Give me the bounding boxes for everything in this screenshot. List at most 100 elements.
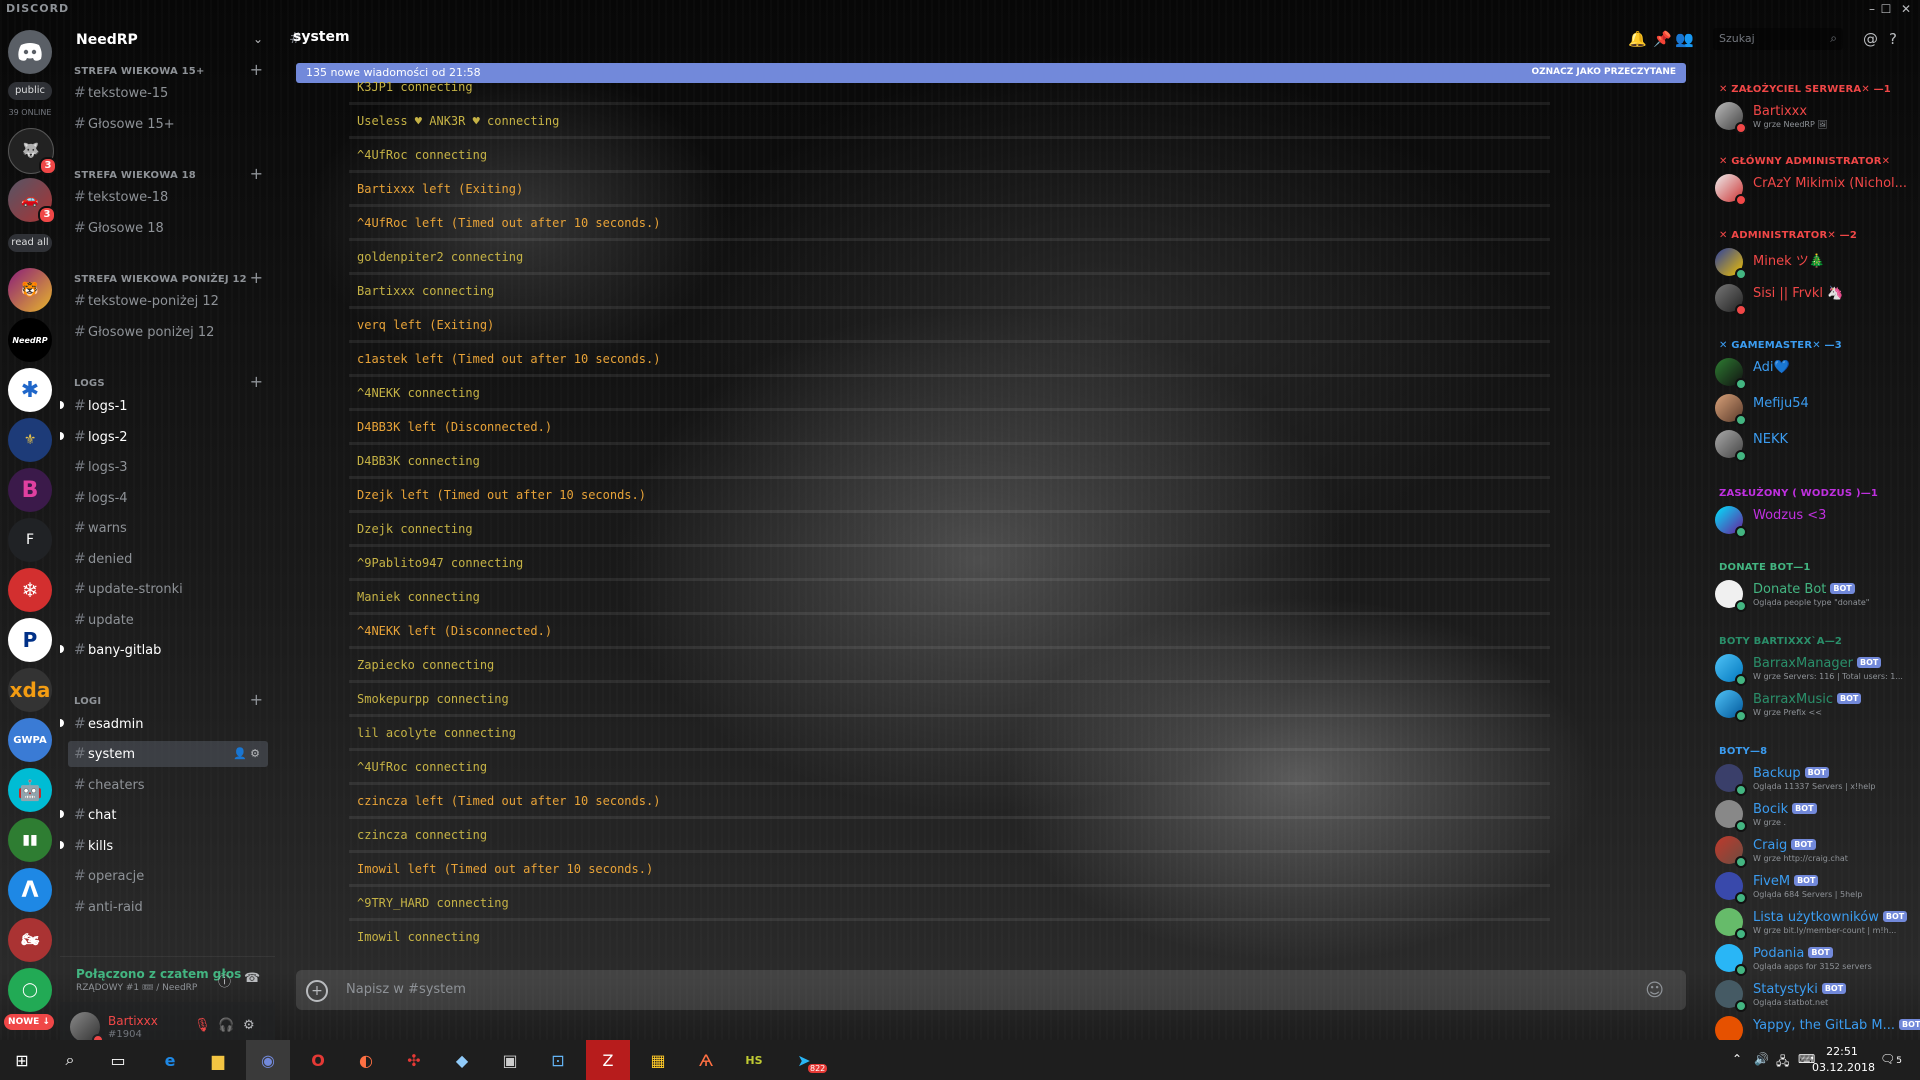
- channel-item[interactable]: # tekstowe-18: [68, 184, 268, 210]
- settings-gear-icon[interactable]: ⚙: [243, 1018, 255, 1033]
- edge-browser-icon[interactable]: e: [148, 1040, 192, 1080]
- member-item[interactable]: CrAzY Mikimix (Nichol...: [1715, 172, 1915, 208]
- member-item[interactable]: Podania BOT Ogląda apps for 3152 servers: [1715, 942, 1915, 978]
- app-icon[interactable]: ✣: [392, 1040, 436, 1080]
- member-item[interactable]: Mefiju54: [1715, 392, 1915, 428]
- channel-item-update-stronki[interactable]: # update-stronki: [68, 576, 268, 602]
- member-item[interactable]: Backup BOT Ogląda 11337 Servers | x!help: [1715, 762, 1915, 798]
- winrar-icon[interactable]: ▦: [636, 1040, 680, 1080]
- server-icon[interactable]: ⚜: [8, 418, 52, 462]
- server-icon-paypal[interactable]: P: [8, 618, 52, 662]
- new-messages-below-badge[interactable]: NOWE ↓: [4, 1014, 54, 1030]
- channel-item-logs-3[interactable]: # logs-3: [68, 454, 268, 480]
- category-header[interactable]: STREFA WIEKOWA PONIŻEJ 12: [74, 274, 247, 285]
- windows-start-icon[interactable]: ⊞: [0, 1040, 44, 1080]
- member-item[interactable]: NEKK: [1715, 428, 1915, 464]
- member-item[interactable]: Sisi || Frvkl 🦄: [1715, 282, 1915, 318]
- search-input[interactable]: Szukaj ⌕: [1713, 28, 1843, 50]
- mentions-icon[interactable]: @: [1863, 30, 1878, 48]
- network-app-icon[interactable]: ⊡: [536, 1040, 580, 1080]
- info-icon[interactable]: ⓘ: [218, 971, 231, 990]
- channel-item-logs-4[interactable]: # logs-4: [68, 485, 268, 511]
- invite-settings-icons[interactable]: 👤 ⚙: [233, 741, 260, 767]
- channel-item-logs-2[interactable]: # logs-2: [60, 424, 268, 450]
- discord-taskbar-icon[interactable]: ◉: [246, 1040, 290, 1080]
- channel-item-operacje[interactable]: # operacje: [68, 863, 268, 889]
- channel-item-denied[interactable]: # denied: [68, 546, 268, 572]
- emoji-icon[interactable]: ☺: [1645, 980, 1664, 1001]
- hs-app-icon[interactable]: HS: [732, 1040, 776, 1080]
- member-item[interactable]: FiveM BOT Ogląda 684 Servers | 5help: [1715, 870, 1915, 906]
- channel-item[interactable]: # tekstowe-poniżej 12: [68, 288, 268, 314]
- server-icon[interactable]: ▮▮: [8, 818, 52, 862]
- server-icon[interactable]: Λ: [8, 868, 52, 912]
- server-icon[interactable]: GWPA: [8, 718, 52, 762]
- channel-item-anti-raid[interactable]: # anti-raid: [68, 894, 268, 920]
- server-icon-needrp[interactable]: NeedRP: [8, 318, 52, 362]
- add-channel-icon[interactable]: +: [250, 60, 263, 79]
- notepad-icon[interactable]: ◆: [440, 1040, 484, 1080]
- headphones-icon[interactable]: 🎧: [218, 1018, 234, 1033]
- channel-item[interactable]: # tekstowe-15: [68, 80, 268, 106]
- app-icon[interactable]: Ѧ: [684, 1040, 728, 1080]
- server-icon[interactable]: 🐺 3: [8, 128, 57, 175]
- channel-item-warns[interactable]: # warns: [68, 515, 268, 541]
- member-item[interactable]: Craig BOT W grze http://craig.chat: [1715, 834, 1915, 870]
- member-item[interactable]: Statystyki BOT Ogląda statbot.net: [1715, 978, 1915, 1014]
- notification-center-icon[interactable]: 🗨5: [1880, 1052, 1902, 1066]
- chevron-down-icon[interactable]: ⌄: [253, 32, 263, 46]
- channel-item-bany-gitlab[interactable]: # bany-gitlab: [60, 637, 268, 663]
- notification-bell-icon[interactable]: 🔔: [1628, 30, 1647, 48]
- add-channel-icon[interactable]: +: [250, 690, 263, 709]
- app-icon[interactable]: ◐: [344, 1040, 388, 1080]
- add-channel-icon[interactable]: +: [250, 268, 263, 287]
- channel-item-chat[interactable]: # chat: [60, 802, 268, 828]
- message-list[interactable]: K3JP1 connecting Useless ♥ ANK3R ♥ conne…: [340, 78, 1550, 950]
- volume-icon[interactable]: 🔊: [1754, 1052, 1769, 1066]
- member-item[interactable]: Donate Bot BOT Ogląda people type "donate…: [1715, 578, 1915, 614]
- member-item[interactable]: Yappy, the GitLab M... BOT: [1715, 1014, 1920, 1040]
- server-icon[interactable]: 🤖: [8, 768, 52, 812]
- member-item[interactable]: Bocik BOT W grze .: [1715, 798, 1915, 834]
- mute-microphone-icon[interactable]: 🎙: [194, 1018, 211, 1033]
- search-icon[interactable]: ⌕: [48, 1040, 92, 1080]
- home-discord-icon[interactable]: [8, 30, 52, 74]
- server-icon[interactable]: ◯: [8, 968, 52, 1012]
- server-icon[interactable]: ✱: [8, 368, 52, 412]
- member-item[interactable]: Lista użytkowników BOT W grze bit.ly/memb…: [1715, 906, 1915, 942]
- category-header[interactable]: STREFA WIEKOWA 18: [74, 170, 196, 181]
- network-icon[interactable]: 🖧: [1776, 1052, 1789, 1073]
- member-item[interactable]: BarraxManager BOT W grze Servers: 116 | T…: [1715, 652, 1915, 688]
- member-item[interactable]: Adi💙: [1715, 356, 1915, 392]
- opera-icon[interactable]: O: [296, 1040, 340, 1080]
- server-icon[interactable]: 🐯: [8, 268, 52, 312]
- member-item[interactable]: Bartixxx W grze NeedRP 🖼: [1715, 100, 1915, 136]
- task-view-icon[interactable]: ▭: [96, 1040, 140, 1080]
- file-explorer-icon[interactable]: ▆: [196, 1040, 240, 1080]
- message-input[interactable]: + Napisz w #system ☺: [296, 970, 1686, 1010]
- app-icon[interactable]: ▣: [488, 1040, 532, 1080]
- channel-item[interactable]: # Głosowe poniżej 12: [68, 319, 268, 345]
- help-icon[interactable]: ?: [1889, 30, 1897, 48]
- category-header[interactable]: STREFA WIEKOWA 15+: [74, 66, 205, 77]
- mark-as-read-button[interactable]: OZNACZ JAKO PRZECZYTANE: [1531, 67, 1676, 77]
- channel-item-update[interactable]: # update: [68, 607, 268, 633]
- close-button[interactable]: ✕: [1892, 0, 1920, 18]
- read-all-button[interactable]: read all: [8, 234, 52, 252]
- channel-item-esadmin[interactable]: # esadmin: [60, 711, 268, 737]
- server-icon[interactable]: F: [8, 518, 52, 562]
- channel-item-cheaters[interactable]: # cheaters: [68, 772, 268, 798]
- public-pill[interactable]: public: [8, 82, 52, 100]
- server-icon[interactable]: ❄: [8, 568, 52, 612]
- category-header[interactable]: LOGS: [74, 378, 105, 389]
- category-header[interactable]: LOGI: [74, 696, 101, 707]
- upload-plus-icon[interactable]: +: [306, 980, 328, 1002]
- telegram-icon[interactable]: ➤ 822: [782, 1040, 828, 1080]
- member-item[interactable]: Minek ツ🎄: [1715, 246, 1915, 282]
- member-item[interactable]: Wodzus <3: [1715, 504, 1915, 540]
- member-list-icon[interactable]: 👥: [1675, 30, 1694, 48]
- channel-item-logs-1[interactable]: # logs-1: [60, 393, 268, 419]
- voice-channel-info[interactable]: RZĄDOWY #1 🎟 / NeedRP: [76, 983, 197, 993]
- channel-item[interactable]: # Głosowe 15+: [68, 111, 268, 137]
- member-item[interactable]: BarraxMusic BOT W grze Prefix <<: [1715, 688, 1915, 724]
